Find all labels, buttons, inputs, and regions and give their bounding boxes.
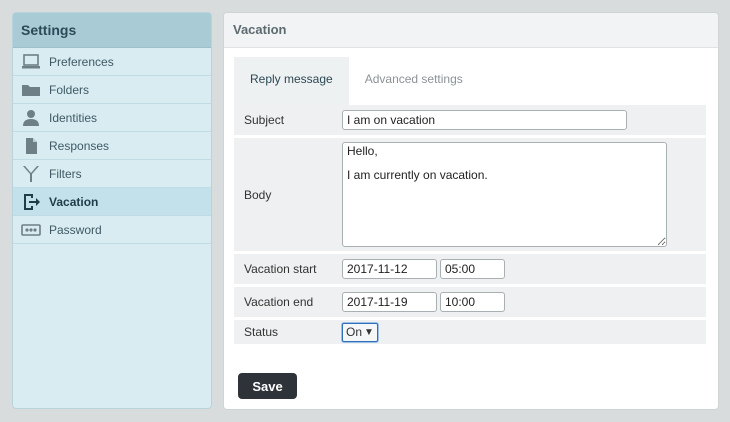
dropdown-arrow-icon: ▼	[364, 326, 374, 338]
subject-label: Subject	[244, 113, 285, 127]
status-select[interactable]: On ▼	[342, 322, 378, 342]
sidebar-item-label: Vacation	[49, 194, 99, 209]
vacation-form: Subject Body Hello, I am currently on va…	[234, 105, 706, 347]
sidebar-item-label: Password	[49, 222, 102, 237]
filter-icon	[21, 165, 41, 183]
sidebar-item-filters[interactable]: Filters	[13, 160, 211, 188]
vacation-end-label: Vacation end	[244, 295, 314, 309]
body-label: Body	[244, 187, 272, 202]
save-button[interactable]: Save	[238, 373, 297, 399]
vacation-end-date-input[interactable]	[342, 292, 437, 312]
sidebar-item-preferences[interactable]: Preferences	[13, 48, 211, 76]
vacation-start-label: Vacation start	[244, 262, 317, 276]
document-icon	[21, 137, 41, 155]
body-textarea[interactable]: Hello, I am currently on vacation.	[342, 142, 667, 247]
subject-row: Subject	[234, 105, 706, 135]
settings-sidebar: Settings Preferences Folders Identities …	[12, 12, 212, 409]
vacation-end-time-input[interactable]	[440, 292, 505, 312]
password-icon	[21, 221, 41, 239]
body-row: Body Hello, I am currently on vacation.	[234, 138, 706, 251]
status-row: Status On ▼	[234, 320, 706, 344]
sidebar-item-label: Filters	[49, 166, 82, 181]
sidebar-item-responses[interactable]: Responses	[13, 132, 211, 160]
sidebar-item-label: Responses	[49, 138, 110, 153]
user-icon	[21, 109, 41, 127]
tab-reply-message[interactable]: Reply message	[234, 57, 349, 105]
laptop-icon	[21, 53, 41, 71]
vacation-start-row: Vacation start	[234, 254, 706, 284]
sidebar-item-vacation[interactable]: Vacation	[13, 188, 211, 216]
vacation-end-row: Vacation end	[234, 287, 706, 317]
logout-icon	[21, 193, 41, 211]
sidebar-title: Settings	[13, 13, 211, 48]
sidebar-item-identities[interactable]: Identities	[13, 104, 211, 132]
sidebar-item-label: Folders	[49, 82, 90, 97]
folder-icon	[21, 81, 41, 99]
tab-bar: Reply message Advanced settings	[234, 57, 479, 105]
sidebar-item-label: Preferences	[49, 54, 114, 69]
tab-advanced-settings[interactable]: Advanced settings	[349, 57, 479, 105]
status-select-value: On	[346, 325, 363, 339]
subject-input[interactable]	[342, 110, 627, 130]
sidebar-item-folders[interactable]: Folders	[13, 76, 211, 104]
vacation-start-date-input[interactable]	[342, 259, 437, 279]
status-label: Status	[244, 325, 279, 339]
sidebar-item-password[interactable]: Password	[13, 216, 211, 244]
page-title: Vacation	[224, 13, 718, 48]
vacation-panel: Vacation Reply message Advanced settings…	[223, 12, 719, 410]
vacation-start-time-input[interactable]	[440, 259, 505, 279]
sidebar-item-label: Identities	[49, 110, 98, 125]
